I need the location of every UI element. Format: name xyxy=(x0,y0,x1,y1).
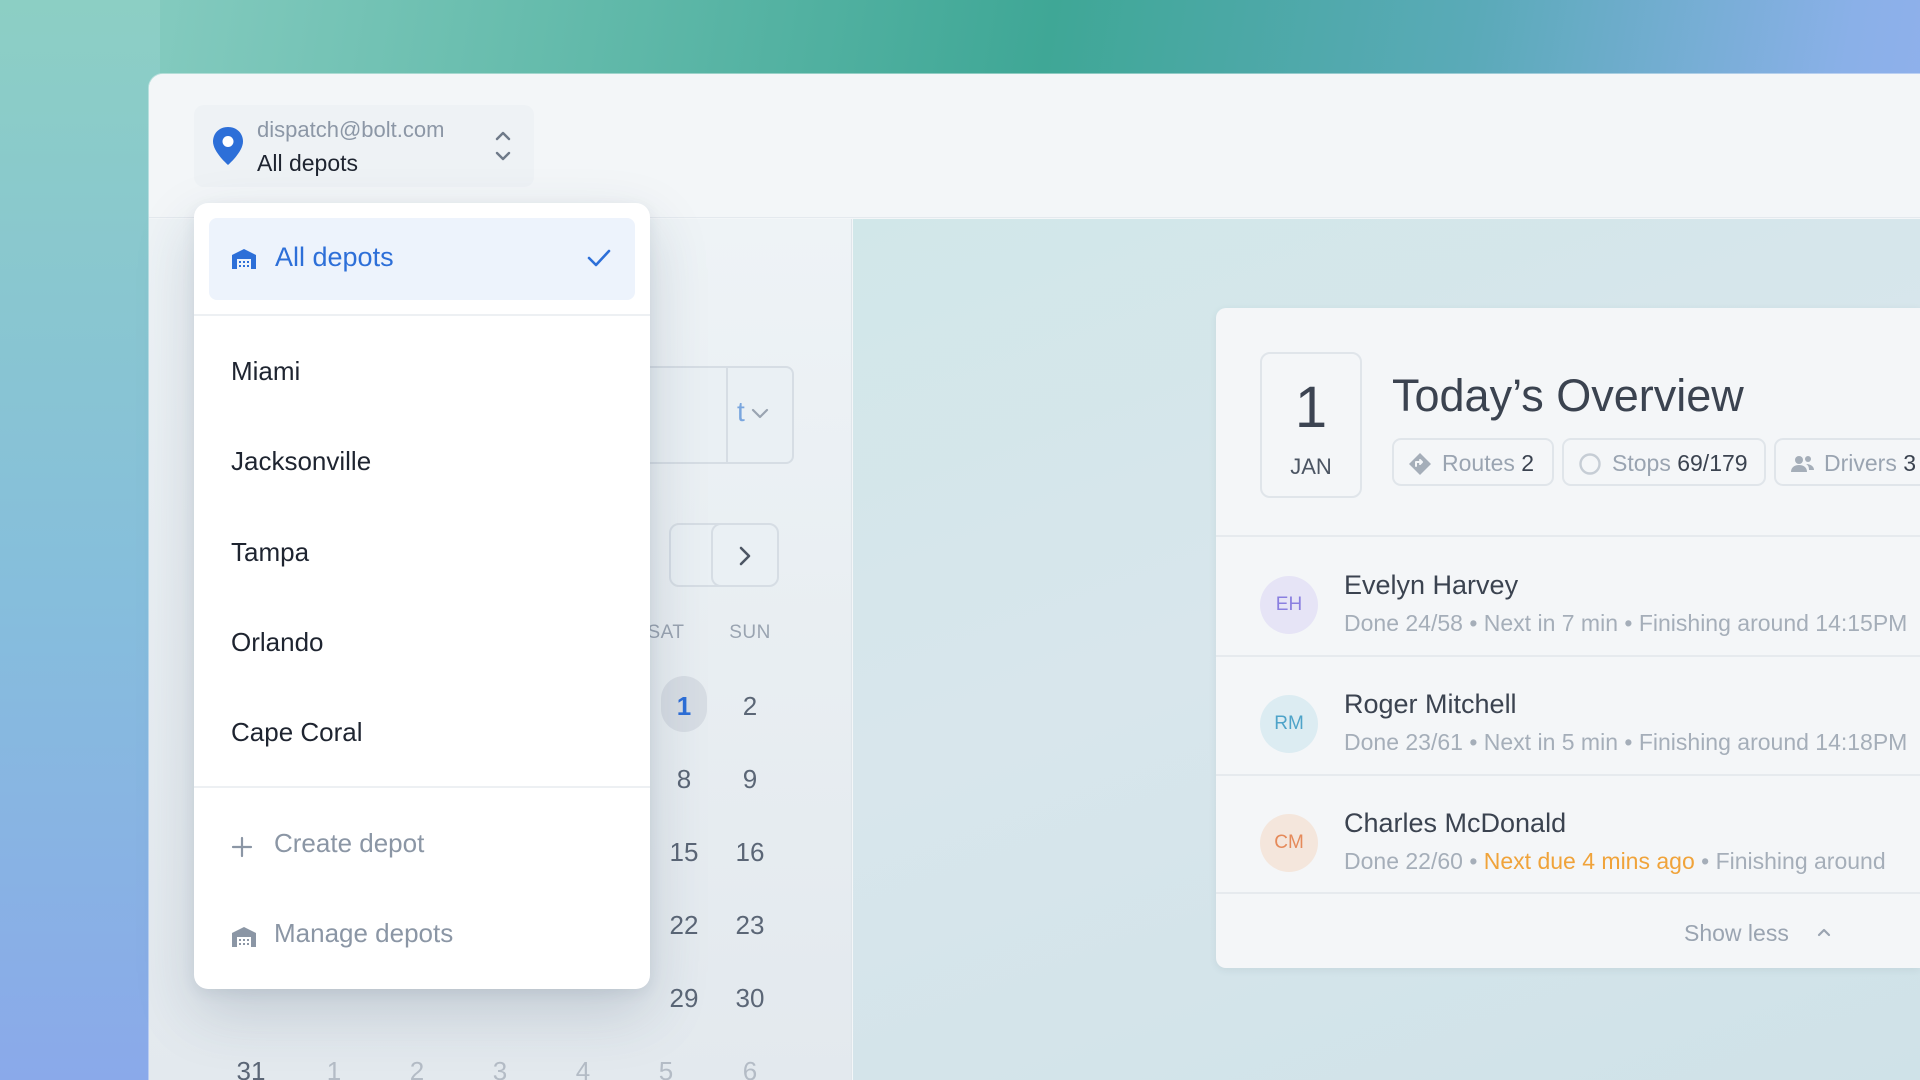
depot-switcher[interactable]: dispatch@bolt.com All depots xyxy=(194,105,534,187)
avatar: CM xyxy=(1260,814,1318,872)
warehouse-icon xyxy=(232,249,256,269)
depot-option-label: All depots xyxy=(275,242,394,272)
show-less-label: Show less xyxy=(1684,920,1789,946)
calendar-day[interactable]: 9 xyxy=(720,764,780,795)
calendar-day[interactable]: 30 xyxy=(720,983,780,1014)
weekday-sun: SUN xyxy=(729,622,771,643)
overview-title: Today’s Overview xyxy=(1392,370,1744,421)
plan-select-value: t xyxy=(737,396,745,427)
overdue-status: Next due 4 mins ago xyxy=(1483,848,1695,874)
routes-label: Routes xyxy=(1442,450,1515,476)
manage-depots-button[interactable]: Manage depots xyxy=(231,918,631,958)
calendar-day[interactable]: 2 xyxy=(387,1056,447,1080)
depot-option-cape-coral[interactable]: Cape Coral xyxy=(231,717,363,748)
date-badge: 1 JAN xyxy=(1260,352,1362,498)
stops-label: Stops xyxy=(1612,450,1671,476)
routes-chip[interactable]: Routes 2 xyxy=(1392,438,1554,486)
depot-option-miami[interactable]: Miami xyxy=(231,356,300,387)
calendar-day[interactable]: 29 xyxy=(654,983,714,1014)
account-email: dispatch@bolt.com xyxy=(257,117,445,142)
calendar-day[interactable]: 23 xyxy=(720,910,780,941)
calendar-day[interactable]: 22 xyxy=(654,910,714,941)
show-less-button[interactable]: Show less xyxy=(1684,920,1831,947)
depot-option-all[interactable]: All depots xyxy=(209,218,635,300)
depot-option-jacksonville[interactable]: Jacksonville xyxy=(231,446,371,477)
drivers-value: 3 xyxy=(1903,450,1917,476)
driver-progress: Done 23/61 • Next in 5 min • Finishing a… xyxy=(1344,729,1908,755)
calendar-day[interactable]: 15 xyxy=(654,837,714,868)
calendar-day[interactable]: 3 xyxy=(470,1056,530,1080)
calendar-day[interactable]: 16 xyxy=(720,837,780,868)
drivers-chip[interactable]: Drivers 3 xyxy=(1774,438,1920,486)
create-depot-label: Create depot xyxy=(274,828,425,858)
driver-progress: Done 22/60 • Next due 4 mins ago • Finis… xyxy=(1344,848,1886,874)
plus-icon xyxy=(231,836,253,858)
create-depot-button[interactable]: Create depot xyxy=(231,828,631,868)
location-pin-icon xyxy=(213,127,243,165)
calendar-day[interactable]: 1 xyxy=(304,1056,364,1080)
routes-value: 2 xyxy=(1521,450,1535,476)
avatar: EH xyxy=(1260,576,1318,634)
depot-dropdown: All depots Miami Jacksonville Tampa Orla… xyxy=(194,203,650,989)
route-icon xyxy=(1409,453,1431,475)
driver-name: Charles McDonald xyxy=(1344,808,1567,838)
calendar-day[interactable]: 2 xyxy=(720,691,780,722)
todays-overview-card: 1 JAN Today’s Overview Routes 2 Stops 69… xyxy=(1216,308,1920,968)
drivers-label: Drivers xyxy=(1824,450,1897,476)
depot-option-tampa[interactable]: Tampa xyxy=(231,537,309,568)
top-bar: dispatch@bolt.com All depots xyxy=(149,74,1920,218)
driver-name: Evelyn Harvey xyxy=(1344,570,1519,600)
driver-name: Roger Mitchell xyxy=(1344,689,1517,719)
stops-chip[interactable]: Stops 69/179 xyxy=(1562,438,1766,486)
check-icon xyxy=(587,249,611,267)
background xyxy=(0,0,160,1080)
calendar-day[interactable]: 6 xyxy=(720,1056,780,1080)
next-month-button[interactable] xyxy=(711,523,779,587)
manage-depots-label: Manage depots xyxy=(274,918,454,948)
date-day: 1 xyxy=(1294,375,1328,440)
warehouse-icon xyxy=(232,927,256,947)
calendar-day[interactable]: 4 xyxy=(553,1056,613,1080)
avatar: RM xyxy=(1260,695,1318,753)
calendar-day[interactable]: 8 xyxy=(654,764,714,795)
date-month: JAN xyxy=(1290,454,1332,479)
circle-icon xyxy=(1579,453,1601,475)
depot-option-orlando[interactable]: Orlando xyxy=(231,627,324,658)
stops-value: 69/179 xyxy=(1677,450,1748,476)
driver-progress: Done 24/58 • Next in 7 min • Finishing a… xyxy=(1344,610,1908,636)
chevron-down-icon xyxy=(751,408,769,419)
calendar-day[interactable]: 31 xyxy=(221,1056,281,1080)
calendar-day[interactable]: 5 xyxy=(636,1056,696,1080)
chevron-up-icon xyxy=(1817,928,1831,937)
chevron-right-icon xyxy=(739,546,751,566)
users-icon xyxy=(1791,456,1814,472)
calendar-day[interactable]: 1 xyxy=(654,691,714,722)
chevron-up-down-icon xyxy=(495,131,511,161)
current-depot-label: All depots xyxy=(257,150,359,176)
